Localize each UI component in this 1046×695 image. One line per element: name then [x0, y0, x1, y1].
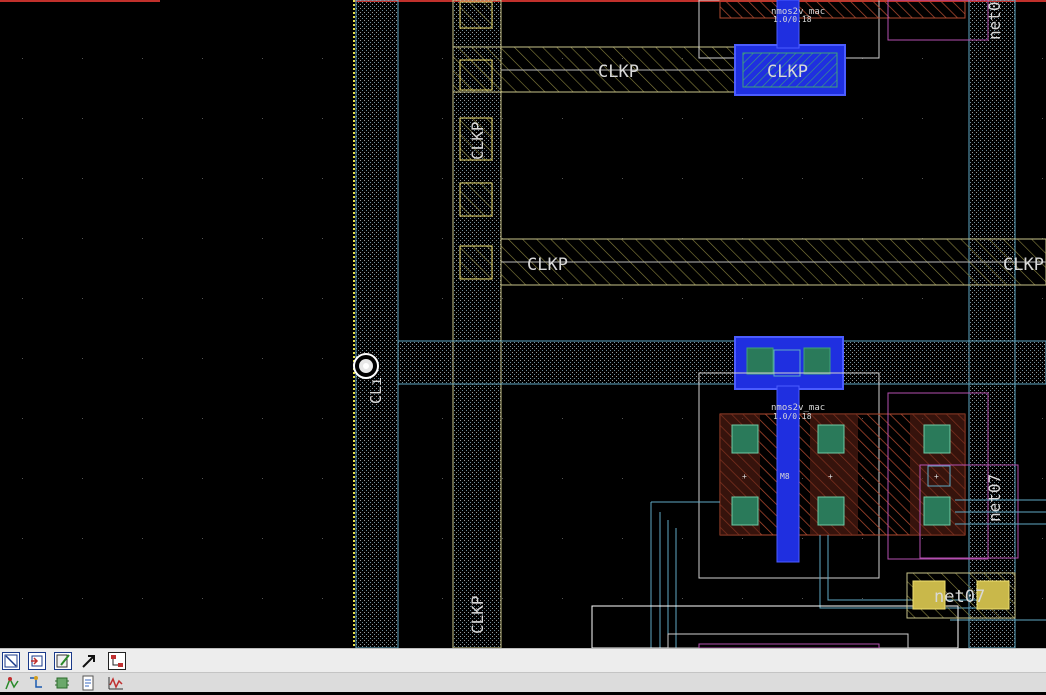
- clkp-label-via: CLKP: [767, 62, 808, 82]
- instance-label: M8: [780, 472, 790, 481]
- device-size-label-top: 1.0/0.18: [773, 15, 812, 24]
- net07-label: net07: [934, 587, 985, 607]
- toolbar-top: [0, 648, 1046, 673]
- report-icon[interactable]: [80, 675, 96, 691]
- net07-label-vertical: net07: [985, 474, 1004, 522]
- toolbar-bottom: [0, 672, 1046, 692]
- svg-text:+: +: [828, 472, 833, 481]
- zoom-in-icon[interactable]: [28, 652, 46, 670]
- net0-label-top: net0: [985, 1, 1004, 40]
- clk-bus: [397, 340, 1046, 385]
- device-size-label: 1.0/0.18: [773, 412, 812, 421]
- clkp-label-vertical: CLKP: [468, 121, 487, 160]
- metal-track-clkp: [452, 0, 502, 648]
- window-title-edge: [0, 0, 160, 2]
- metal-track-right: [968, 0, 1016, 648]
- clkp-label-right: CLKP: [1003, 255, 1044, 275]
- wire-icon[interactable]: [28, 675, 44, 691]
- stretch-icon[interactable]: [80, 652, 98, 670]
- cl-pin-label: CLı: [367, 377, 385, 404]
- clkp-label-mid: CLKP: [527, 255, 568, 275]
- zoom-fit-icon[interactable]: [2, 652, 20, 670]
- clkp-label-top: CLKP: [598, 62, 639, 82]
- svg-text:+: +: [934, 472, 939, 481]
- svg-text:+: +: [742, 472, 747, 481]
- hierarchy-icon[interactable]: [108, 652, 126, 670]
- instance-icon[interactable]: [54, 675, 70, 691]
- clkp-label-bottom: CLKP: [468, 595, 487, 634]
- waveform-icon[interactable]: [108, 675, 124, 691]
- layout-canvas[interactable]: CLKP CLKP CLKP CLKP CLKP CLKP CLı net07 …: [0, 0, 1046, 648]
- create-path-icon[interactable]: [4, 675, 20, 691]
- metal-track-left: [355, 0, 399, 648]
- edit-properties-icon[interactable]: [54, 652, 72, 670]
